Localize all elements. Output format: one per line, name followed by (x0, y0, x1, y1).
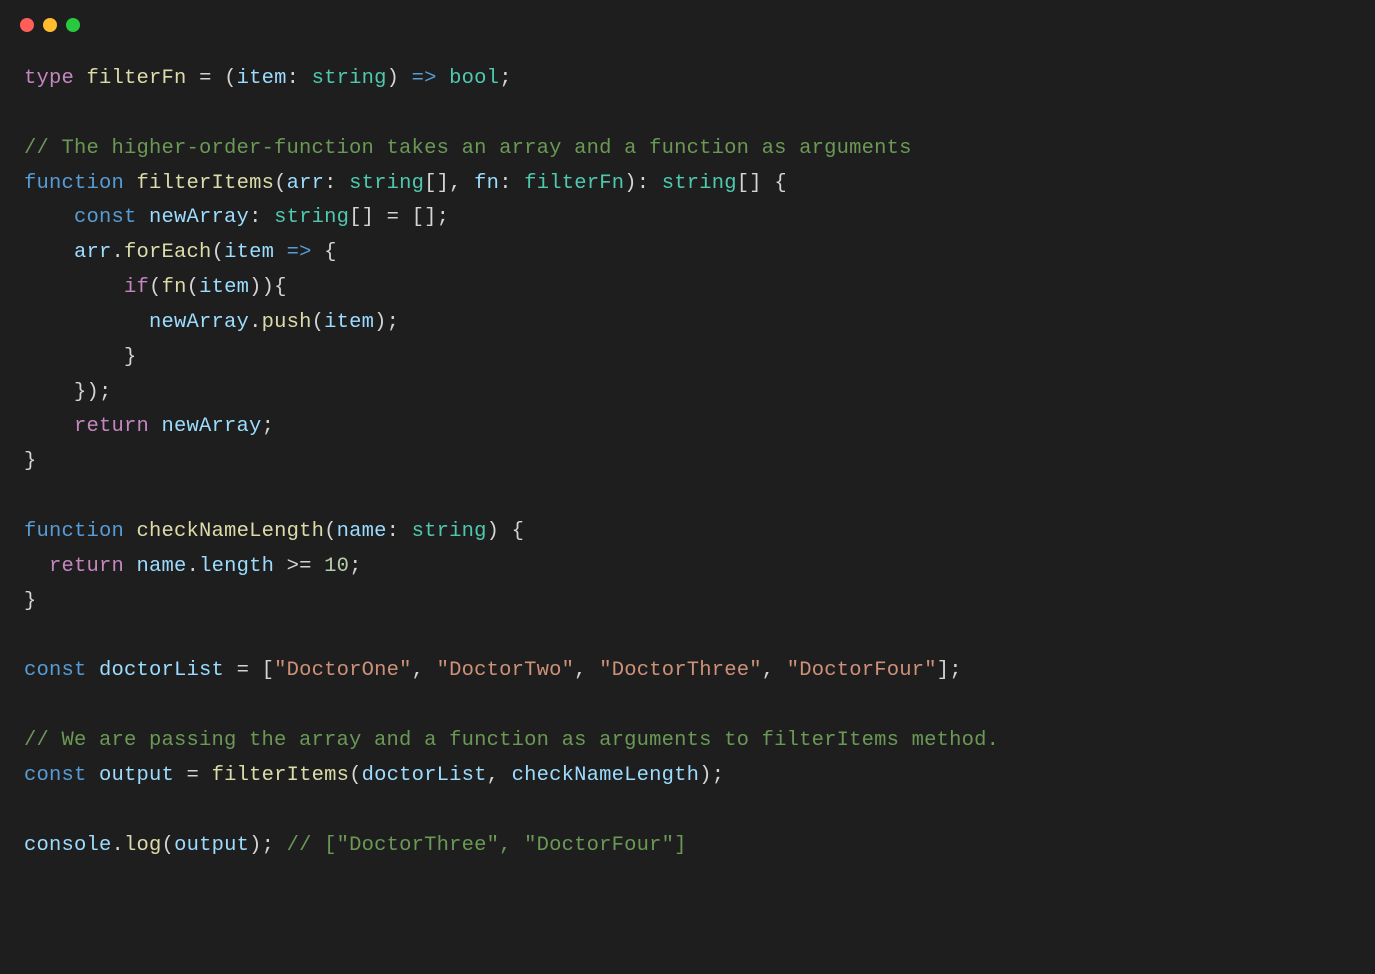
param-item: item (237, 67, 287, 90)
code-line: return newArray; (24, 415, 274, 438)
param-name: name (337, 520, 387, 543)
string-literal: "DoctorThree" (599, 659, 762, 682)
type-alias-name: filterFn (87, 67, 187, 90)
code-line: type filterFn = (item: string) => bool; (24, 67, 512, 90)
code-line: newArray.push(item); (24, 311, 399, 334)
var-newArray: newArray (149, 206, 249, 229)
prop-length: length (199, 555, 274, 578)
type-filterFn: filterFn (524, 172, 624, 195)
var-output: output (99, 764, 174, 787)
code-line: console.log(output); // ["DoctorThree", … (24, 834, 687, 857)
code-editor[interactable]: type filterFn = (item: string) => bool; … (0, 42, 1375, 883)
fn-push: push (262, 311, 312, 334)
keyword-if: if (124, 276, 149, 299)
obj-console: console (24, 834, 112, 857)
keyword-const: const (24, 764, 87, 787)
code-line: } (24, 346, 137, 369)
code-line: } (24, 590, 37, 613)
code-line: } (24, 450, 37, 473)
comment: // ["DoctorThree", "DoctorFour"] (287, 834, 687, 857)
fn-forEach: forEach (124, 241, 212, 264)
code-line: if(fn(item)){ (24, 276, 287, 299)
code-line: function checkNameLength(name: string) { (24, 520, 524, 543)
keyword-const: const (24, 659, 87, 682)
type-bool: bool (449, 67, 499, 90)
type-string: string (312, 67, 387, 90)
string-literal: "DoctorOne" (274, 659, 412, 682)
code-line: const output = filterItems(doctorList, c… (24, 764, 724, 787)
number-literal: 10 (324, 555, 349, 578)
fn-checkNameLength: checkNameLength (137, 520, 325, 543)
comment: // The higher-order-function takes an ar… (24, 137, 912, 160)
code-line: const newArray: string[] = []; (24, 206, 449, 229)
minimize-icon[interactable] (43, 18, 57, 32)
close-icon[interactable] (20, 18, 34, 32)
keyword-return: return (74, 415, 149, 438)
var-doctorList: doctorList (99, 659, 224, 682)
comment: // We are passing the array and a functi… (24, 729, 999, 752)
keyword-function: function (24, 520, 124, 543)
keyword-function: function (24, 172, 124, 195)
string-literal: "DoctorFour" (787, 659, 937, 682)
keyword-return: return (49, 555, 124, 578)
fn-filterItems: filterItems (137, 172, 275, 195)
keyword-const: const (74, 206, 137, 229)
maximize-icon[interactable] (66, 18, 80, 32)
code-line: return name.length >= 10; (24, 555, 362, 578)
code-line: }); (24, 381, 112, 404)
fn-log: log (124, 834, 162, 857)
window-titlebar (0, 0, 1375, 42)
code-line: function filterItems(arr: string[], fn: … (24, 172, 787, 195)
code-window: type filterFn = (item: string) => bool; … (0, 0, 1375, 974)
keyword-type: type (24, 67, 74, 90)
code-line: arr.forEach(item => { (24, 241, 337, 264)
param-arr: arr (287, 172, 325, 195)
code-line: const doctorList = ["DoctorOne", "Doctor… (24, 659, 962, 682)
param-fn: fn (474, 172, 499, 195)
string-literal: "DoctorTwo" (437, 659, 575, 682)
